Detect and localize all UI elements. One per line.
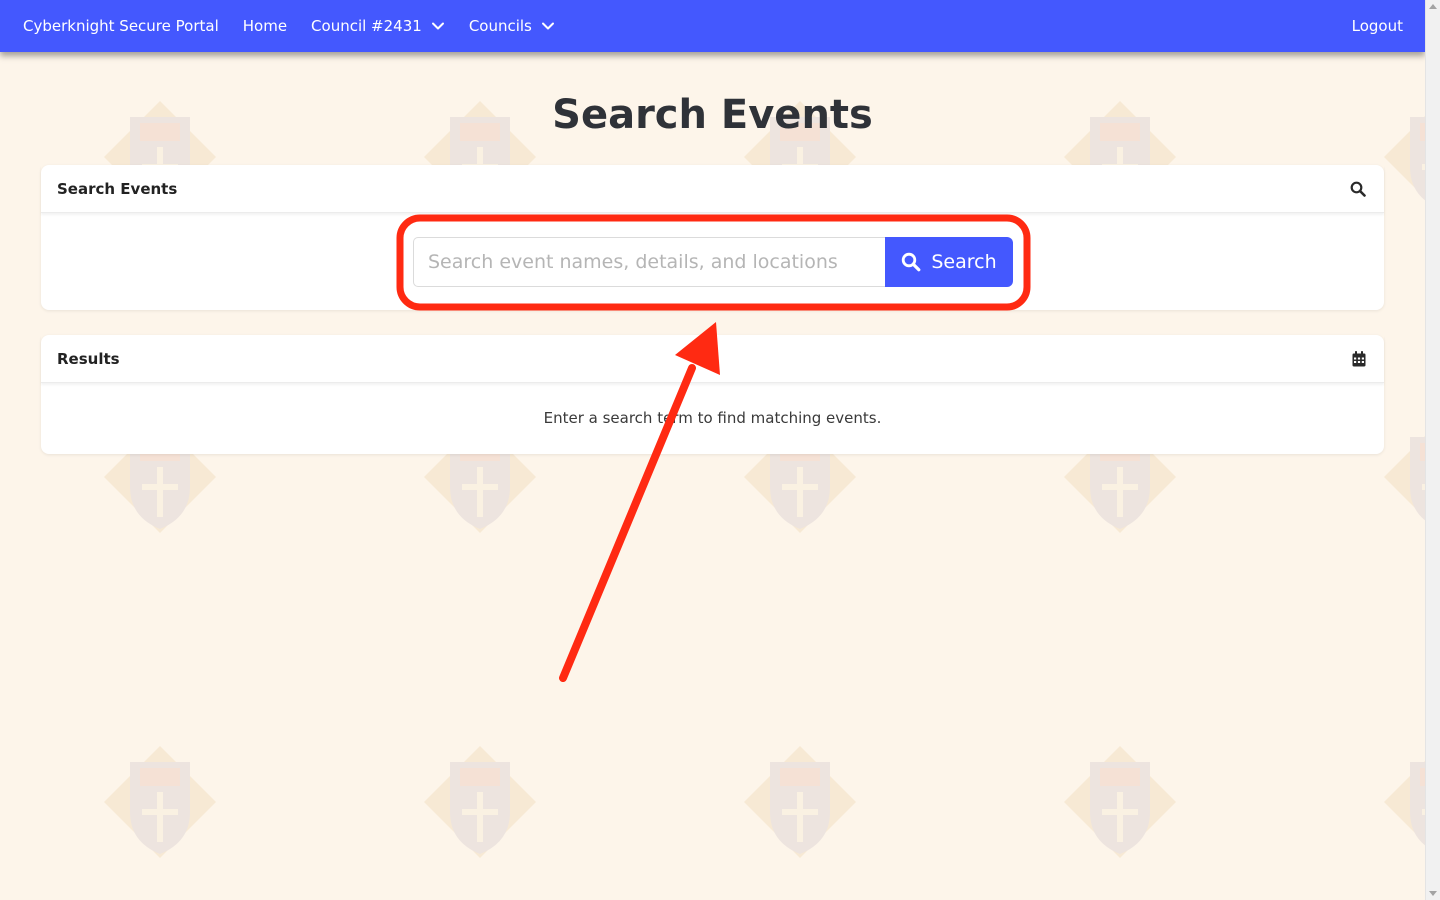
results-card-title: Results <box>57 349 120 368</box>
scroll-up-arrow-icon[interactable] <box>1429 4 1437 9</box>
search-icon <box>902 252 921 272</box>
results-card-header: Results <box>41 335 1384 383</box>
logout-link[interactable]: Logout <box>1340 0 1425 52</box>
page-title: Search Events <box>552 92 873 138</box>
search-button-label: Search <box>931 251 997 273</box>
nav-home-link[interactable]: Home <box>231 0 299 52</box>
scroll-down-arrow-icon[interactable] <box>1429 891 1437 896</box>
kofc-emblem-watermark-icon <box>1384 436 1425 521</box>
search-form: Search <box>413 237 1013 287</box>
nav-councils-dropdown[interactable]: Councils <box>457 0 567 52</box>
nav-council-dropdown[interactable]: Council #2431 <box>299 0 457 52</box>
kofc-emblem-watermark-icon <box>1384 761 1425 846</box>
chevron-down-icon <box>431 22 444 30</box>
top-navbar: Cyberknight Secure Portal Home Council #… <box>0 0 1425 52</box>
kofc-emblem-watermark-icon <box>424 746 536 858</box>
chevron-down-icon <box>541 22 554 30</box>
kofc-emblem-watermark-icon <box>104 746 216 858</box>
kofc-emblem-watermark-icon <box>744 746 856 858</box>
search-icon <box>1350 181 1366 197</box>
nav-council-label: Council #2431 <box>311 17 422 35</box>
nav-councils-label: Councils <box>468 17 532 35</box>
calendar-icon <box>1352 350 1366 366</box>
search-card-header: Search Events <box>41 165 1384 213</box>
search-input[interactable] <box>413 237 885 287</box>
search-events-card: Search Events Search <box>41 165 1384 310</box>
vertical-scrollbar[interactable] <box>1425 0 1440 900</box>
kofc-emblem-watermark-icon <box>1064 746 1176 858</box>
search-button[interactable]: Search <box>885 237 1013 287</box>
results-empty-message: Enter a search term to find matching eve… <box>543 409 882 427</box>
search-card-title: Search Events <box>57 179 178 198</box>
results-card: Results Enter a search term to find matc… <box>41 335 1384 454</box>
brand-link[interactable]: Cyberknight Secure Portal <box>0 0 231 52</box>
